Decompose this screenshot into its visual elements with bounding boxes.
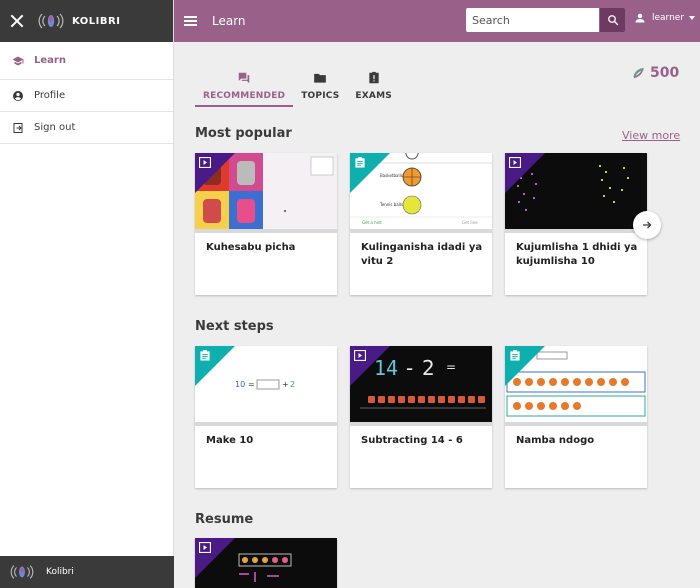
tab-recommended[interactable]: RECOMMENDED bbox=[195, 67, 294, 107]
tab-exams[interactable]: EXAMS bbox=[347, 67, 400, 107]
search-input[interactable] bbox=[466, 8, 599, 32]
progress-track bbox=[195, 229, 337, 233]
recommended-icon bbox=[237, 71, 251, 85]
section-title-next-steps: Next steps bbox=[195, 319, 274, 334]
learn-icon bbox=[12, 55, 24, 67]
sidebar-item-label: Profile bbox=[34, 90, 66, 101]
card-title: Kuhesabu picha bbox=[206, 242, 296, 253]
kolibri-logo-icon bbox=[10, 565, 34, 579]
kolibri-logo-icon bbox=[38, 13, 64, 29]
sidebar-item-profile[interactable]: Profile bbox=[0, 80, 173, 112]
content-card[interactable]: Basketballs Tennis balls Get a hint Get … bbox=[350, 153, 492, 295]
tab-label: TOPICS bbox=[301, 91, 340, 101]
content-card[interactable]: 10 = + 2 Make 10 bbox=[195, 346, 337, 488]
chalk-equals: = bbox=[446, 360, 457, 374]
sidebar-item-learn[interactable]: Learn bbox=[0, 42, 173, 80]
content-card[interactable]: 14 - 2 = Subtracting 14 - 6 bbox=[350, 346, 492, 488]
exam-icon bbox=[367, 71, 381, 85]
progress-track bbox=[350, 229, 492, 233]
page-title: Learn bbox=[212, 14, 246, 28]
content-card[interactable]: Kuhesabu picha bbox=[195, 153, 337, 295]
arrow-right-icon bbox=[643, 221, 652, 229]
video-icon bbox=[509, 157, 521, 168]
content-card[interactable] bbox=[195, 538, 337, 588]
video-icon bbox=[199, 157, 211, 168]
progress-track bbox=[505, 422, 647, 426]
content-card[interactable]: Namba ndogo bbox=[505, 346, 647, 488]
chalk-right: 2 bbox=[422, 356, 435, 380]
chalk-minus: - bbox=[406, 356, 414, 380]
progress-track bbox=[195, 422, 337, 426]
footer-brand-name: Kolibri bbox=[46, 567, 74, 577]
search-icon bbox=[607, 15, 618, 26]
equation-equals: = bbox=[248, 380, 255, 389]
profile-icon bbox=[12, 90, 24, 102]
equation-right: 2 bbox=[290, 380, 296, 389]
sidebar-item-label: Sign out bbox=[34, 122, 76, 133]
main-content: RECOMMENDED TOPICS EXAMS 500 Most popula… bbox=[175, 42, 700, 588]
thumb-label: Get line bbox=[462, 220, 478, 225]
progress-track bbox=[350, 422, 492, 426]
search-button[interactable] bbox=[600, 8, 625, 32]
exercise-icon bbox=[200, 350, 210, 361]
nav-list: Learn Profile Sign out bbox=[0, 42, 173, 144]
card-title: Kulinganisha idadi ya vitu 2 bbox=[361, 242, 483, 267]
view-more-link[interactable]: View more bbox=[622, 129, 680, 142]
points-value: 500 bbox=[650, 65, 680, 81]
content-card[interactable]: Kujumlisha 1 dhidi ya kujumlisha 10 bbox=[505, 153, 647, 295]
user-menu[interactable]: learner bbox=[634, 12, 696, 24]
tab-label: EXAMS bbox=[355, 91, 392, 101]
exercise-icon bbox=[510, 350, 520, 361]
side-nav-header: KOLIBRI bbox=[0, 0, 173, 42]
chevron-down-icon bbox=[689, 16, 696, 20]
points-display: 500 bbox=[631, 65, 679, 81]
tab-label: RECOMMENDED bbox=[203, 91, 286, 101]
video-icon bbox=[199, 542, 211, 553]
thumb-label: Get a hint bbox=[362, 220, 382, 225]
sidebar-item-sign-out[interactable]: Sign out bbox=[0, 112, 173, 144]
equation-plus: + bbox=[282, 380, 289, 389]
card-title: Make 10 bbox=[206, 435, 254, 446]
card-title: Kujumlisha 1 dhidi ya kujumlisha 10 bbox=[516, 242, 638, 267]
thumb-label: Tennis balls bbox=[380, 202, 404, 207]
side-nav: KOLIBRI Learn Profile Sign out Kolibri bbox=[0, 0, 174, 588]
equation-left: 10 bbox=[235, 380, 246, 389]
menu-icon[interactable] bbox=[184, 16, 197, 26]
section-title-most-popular: Most popular bbox=[195, 126, 292, 141]
carousel-next-button[interactable] bbox=[633, 211, 661, 239]
section-title-resume: Resume bbox=[195, 512, 254, 527]
folder-icon bbox=[313, 71, 327, 85]
sidebar-item-label: Learn bbox=[34, 55, 66, 66]
sign-out-icon bbox=[12, 122, 24, 134]
user-name: learner bbox=[652, 13, 685, 23]
card-title: Subtracting 14 - 6 bbox=[361, 435, 463, 446]
person-icon bbox=[635, 13, 645, 23]
video-icon bbox=[354, 350, 366, 361]
points-icon bbox=[633, 67, 644, 78]
side-nav-footer: Kolibri bbox=[0, 556, 174, 588]
progress-track bbox=[505, 229, 647, 233]
close-icon[interactable] bbox=[10, 14, 24, 28]
tab-bar: RECOMMENDED TOPICS EXAMS bbox=[195, 67, 400, 107]
tab-topics[interactable]: TOPICS bbox=[293, 67, 347, 107]
exercise-icon bbox=[355, 157, 365, 168]
brand-name: KOLIBRI bbox=[72, 15, 121, 27]
card-title: Namba ndogo bbox=[516, 435, 595, 446]
